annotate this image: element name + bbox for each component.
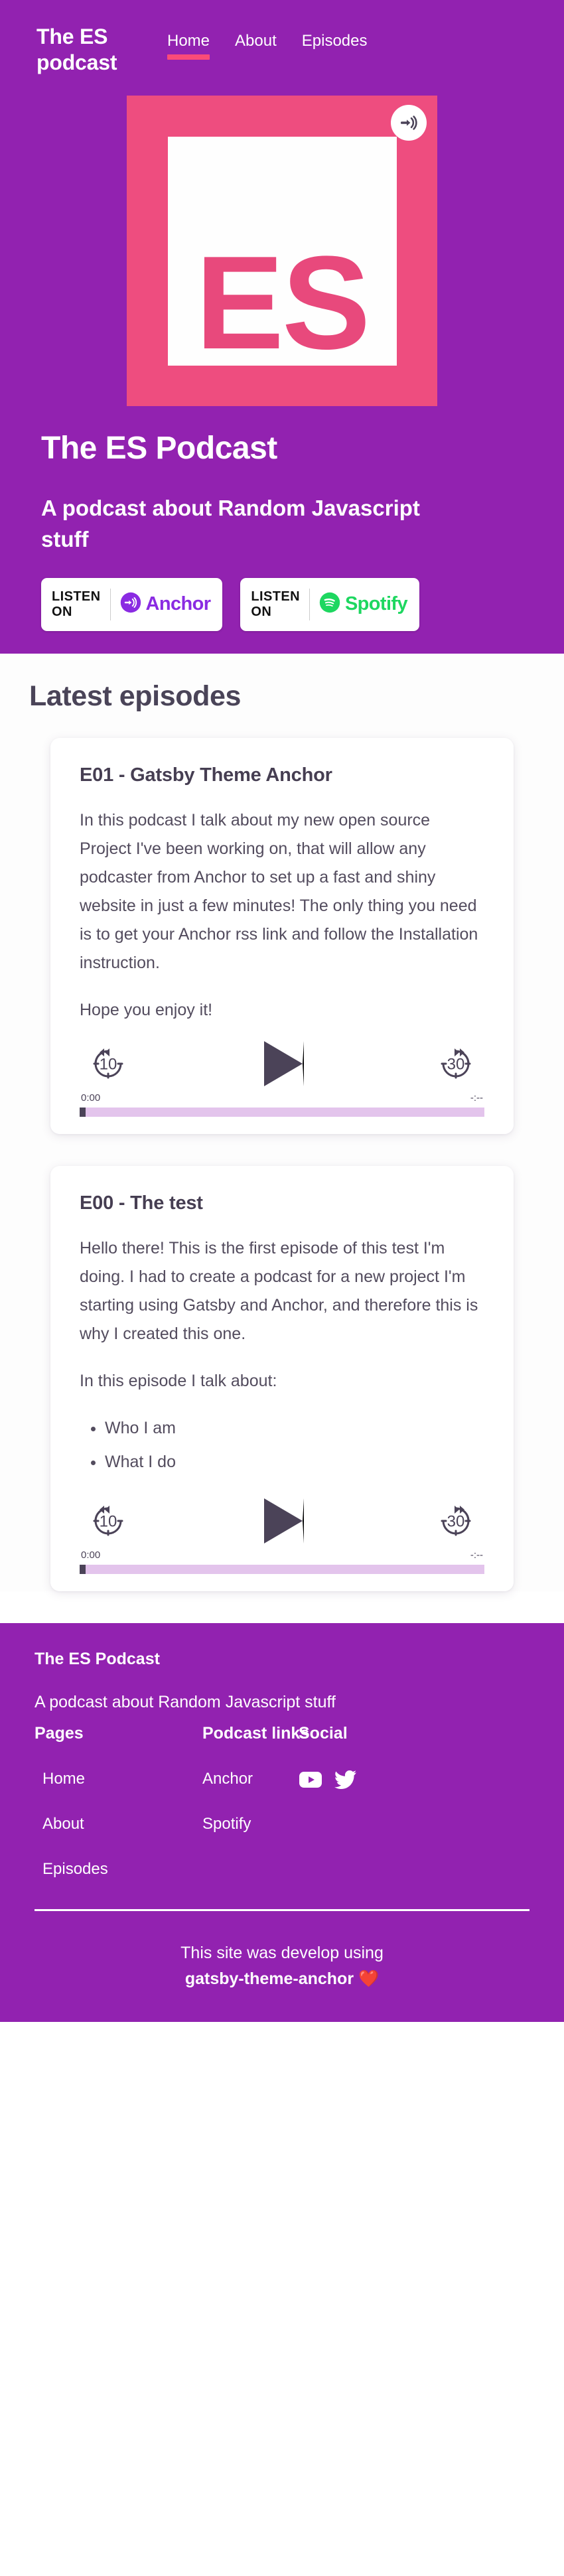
nav-item-about[interactable]: About bbox=[235, 32, 277, 60]
episode-title: E00 - The test bbox=[80, 1192, 203, 1214]
anchor-podcast-icon bbox=[391, 105, 427, 141]
footer-link-anchor[interactable]: Anchor bbox=[202, 1770, 299, 1788]
footer-link-home[interactable]: Home bbox=[35, 1770, 202, 1788]
anchor-icon bbox=[120, 592, 141, 616]
footer-columns: Pages Home About Episodes Podcast links … bbox=[35, 1724, 529, 1905]
badge-divider bbox=[109, 588, 111, 620]
duration-time: -:-- bbox=[470, 1549, 483, 1561]
audio-player: 10 30 0:00 -:-- bbox=[50, 1024, 514, 1134]
spotify-icon bbox=[319, 592, 340, 616]
page-subtitle: A podcast about Random Javascript stuff bbox=[41, 496, 420, 551]
footer-divider bbox=[35, 1908, 529, 1911]
current-time: 0:00 bbox=[81, 1092, 101, 1104]
footer-link-spotify[interactable]: Spotify bbox=[202, 1815, 299, 1833]
footer-column-social: Social bbox=[299, 1724, 357, 1793]
social-links bbox=[299, 1770, 357, 1793]
artwork-inner-square: ES bbox=[167, 136, 397, 377]
footer-link-episodes[interactable]: Episodes bbox=[35, 1860, 202, 1879]
player-controls: 10 30 bbox=[80, 1035, 484, 1092]
heart-icon: ❤️ bbox=[358, 1969, 380, 1988]
listen-on-label-spotify: LISTEN ON bbox=[251, 589, 300, 619]
latest-episodes-heading: Latest episodes bbox=[29, 680, 241, 712]
nav-item-home[interactable]: Home bbox=[167, 32, 210, 60]
episode-paragraph: Hope you enjoy it! bbox=[80, 1000, 213, 1019]
footer-links-heading: Podcast links bbox=[202, 1723, 310, 1743]
listen-on-spotify-button[interactable]: LISTEN ON Spotify bbox=[240, 577, 420, 631]
footer-credit-theme[interactable]: gatsby-theme-anchor bbox=[185, 1969, 354, 1988]
footer-credit: This site was develop using gatsby-theme… bbox=[35, 1940, 529, 1992]
progress-bar[interactable] bbox=[80, 1564, 484, 1574]
rewind-10-button[interactable]: 10 bbox=[88, 1500, 129, 1541]
forward-30-button[interactable]: 30 bbox=[435, 1043, 476, 1084]
listen-on-anchor-button[interactable]: LISTEN ON Anchor bbox=[41, 577, 223, 631]
episode-bullet: Who I am bbox=[105, 1414, 484, 1443]
artwork-initials: ES bbox=[195, 228, 371, 377]
player-controls: 10 30 bbox=[80, 1492, 484, 1549]
spotify-logo: Spotify bbox=[319, 592, 408, 616]
forward-30-button[interactable]: 30 bbox=[435, 1500, 476, 1541]
episode-paragraph: In this episode I talk about: bbox=[80, 1371, 277, 1390]
navbar: The ES podcast Home About Episodes bbox=[0, 0, 564, 76]
podcast-artwork-wrap: ES bbox=[0, 96, 564, 407]
main-content: Latest episodes E01 - Gatsby Theme Ancho… bbox=[0, 653, 564, 1591]
anchor-logo: Anchor bbox=[120, 592, 211, 616]
footer-pages-heading: Pages bbox=[35, 1723, 84, 1743]
audio-player: 10 30 0:00 -:-- bbox=[50, 1481, 514, 1591]
spotify-wordmark: Spotify bbox=[344, 593, 408, 615]
episode-paragraph: In this podcast I talk about my new open… bbox=[80, 810, 478, 972]
play-button[interactable] bbox=[264, 1498, 304, 1543]
primary-nav: Home About Episodes bbox=[167, 32, 367, 60]
footer-social-heading: Social bbox=[299, 1723, 348, 1743]
footer-brand: The ES Podcast bbox=[35, 1649, 160, 1668]
rewind-seconds-label: 10 bbox=[99, 1055, 117, 1074]
progress-bar[interactable] bbox=[80, 1107, 484, 1117]
badge-divider bbox=[309, 588, 310, 620]
footer-credit-line: This site was develop using bbox=[180, 1943, 384, 1962]
twitter-icon[interactable] bbox=[334, 1770, 357, 1793]
player-time-row: 0:00 -:-- bbox=[80, 1549, 484, 1565]
episode-card[interactable]: E00 - The test Hello there! This is the … bbox=[50, 1165, 514, 1591]
episode-bullet-list: Who I am What I do bbox=[105, 1414, 484, 1476]
footer-column-podcast-links: Podcast links Anchor Spotify bbox=[202, 1723, 310, 1860]
current-time: 0:00 bbox=[81, 1549, 101, 1561]
rewind-10-button[interactable]: 10 bbox=[88, 1043, 129, 1084]
episode-bullet: What I do bbox=[105, 1448, 484, 1476]
duration-time: -:-- bbox=[470, 1092, 483, 1104]
episode-card[interactable]: E01 - Gatsby Theme Anchor In this podcas… bbox=[50, 737, 514, 1134]
rewind-seconds-label: 10 bbox=[99, 1512, 117, 1531]
footer-column-pages: Pages Home About Episodes bbox=[35, 1724, 202, 1905]
listen-badges: LISTEN ON Anchor LISTEN ON Spotify bbox=[41, 577, 523, 631]
progress-handle[interactable] bbox=[80, 1564, 86, 1574]
anchor-wordmark: Anchor bbox=[145, 593, 212, 615]
progress-handle[interactable] bbox=[80, 1107, 86, 1117]
play-button[interactable] bbox=[264, 1040, 304, 1086]
youtube-icon[interactable] bbox=[299, 1770, 322, 1792]
episode-paragraph: Hello there! This is the first episode o… bbox=[80, 1238, 478, 1343]
listen-on-label-anchor: LISTEN ON bbox=[52, 589, 101, 619]
hero-section: The ES podcast Home About Episodes ES Th… bbox=[0, 0, 564, 654]
page-title: The ES Podcast bbox=[41, 431, 277, 466]
episode-description: In this podcast I talk about my new open… bbox=[80, 806, 484, 1025]
episode-title: E01 - Gatsby Theme Anchor bbox=[80, 764, 332, 786]
site-brand: The ES podcast bbox=[36, 25, 117, 75]
nav-item-episodes[interactable]: Episodes bbox=[302, 32, 368, 60]
episode-list: E01 - Gatsby Theme Anchor In this podcas… bbox=[0, 737, 564, 1591]
forward-seconds-label: 30 bbox=[447, 1055, 465, 1074]
site-footer: The ES Podcast A podcast about Random Ja… bbox=[0, 1622, 564, 2023]
hero-text-block: The ES Podcast A podcast about Random Ja… bbox=[0, 430, 564, 631]
episode-description: Hello there! This is the first episode o… bbox=[80, 1234, 484, 1482]
footer-link-about[interactable]: About bbox=[35, 1815, 202, 1833]
footer-tagline: A podcast about Random Javascript stuff bbox=[35, 1692, 336, 1711]
player-time-row: 0:00 -:-- bbox=[80, 1092, 484, 1108]
podcast-artwork: ES bbox=[127, 96, 437, 407]
forward-seconds-label: 30 bbox=[447, 1512, 465, 1531]
